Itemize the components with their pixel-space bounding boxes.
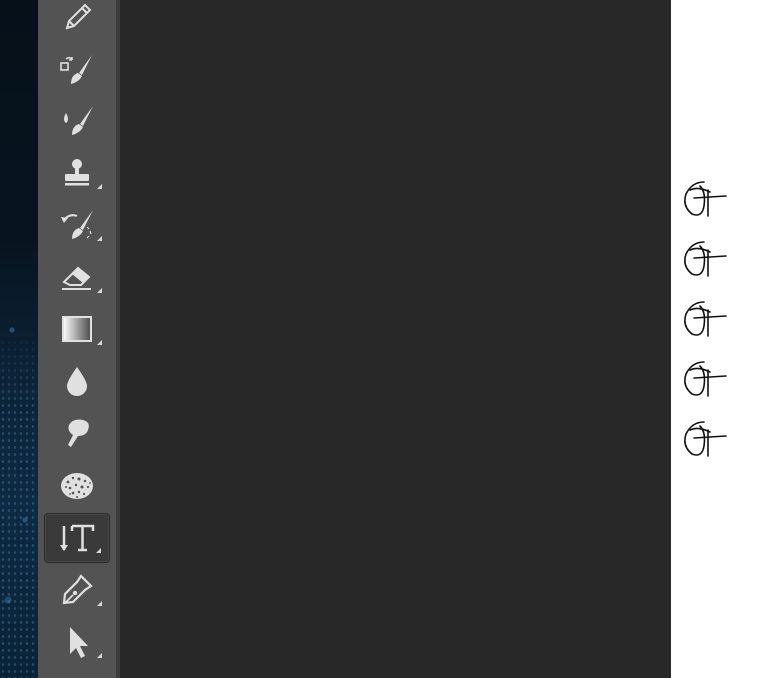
- smudge-tool[interactable]: [44, 408, 110, 458]
- color-replacement-tool[interactable]: [44, 44, 110, 94]
- workspace-canvas[interactable]: [120, 0, 671, 678]
- script-glyph: [682, 356, 730, 404]
- arrow-pointer-icon: [59, 624, 95, 660]
- path-selection-tool[interactable]: [44, 617, 110, 667]
- vertical-type-tool[interactable]: [44, 513, 110, 563]
- blur-drop-icon: [59, 363, 95, 399]
- submenu-indicator: [97, 601, 102, 606]
- sponge-icon: [59, 467, 95, 503]
- blur-tool[interactable]: [44, 356, 110, 406]
- history-brush-icon: [59, 207, 95, 243]
- submenu-indicator: [97, 236, 102, 241]
- submenu-indicator: [97, 184, 102, 189]
- color-replacement-icon: [59, 51, 95, 87]
- background-photo: [0, 0, 38, 678]
- eraser-icon: [59, 259, 95, 295]
- submenu-indicator: [97, 340, 102, 345]
- gradient-tool[interactable]: [44, 304, 110, 354]
- script-glyph: [682, 416, 730, 464]
- sponge-tool[interactable]: [44, 460, 110, 510]
- vertical-type-icon: [59, 520, 95, 556]
- script-glyph: [682, 176, 730, 224]
- submenu-indicator: [97, 653, 102, 658]
- clone-stamp-tool[interactable]: [44, 148, 110, 198]
- pen-nib-icon: [59, 572, 95, 608]
- pen-tool[interactable]: [44, 565, 110, 615]
- eraser-tool[interactable]: [44, 252, 110, 302]
- mixer-brush-icon: [59, 103, 95, 139]
- stamp-icon: [59, 155, 95, 191]
- smudge-finger-icon: [59, 415, 95, 451]
- submenu-indicator: [96, 548, 101, 553]
- pencil-icon: [59, 0, 95, 35]
- history-brush-tool[interactable]: [44, 200, 110, 250]
- script-glyph: [682, 296, 730, 344]
- gradient-icon: [59, 311, 95, 347]
- submenu-indicator: [97, 288, 102, 293]
- script-glyph: [682, 236, 730, 284]
- mixer-brush-tool[interactable]: [44, 96, 110, 146]
- pencil-tool[interactable]: [44, 0, 110, 42]
